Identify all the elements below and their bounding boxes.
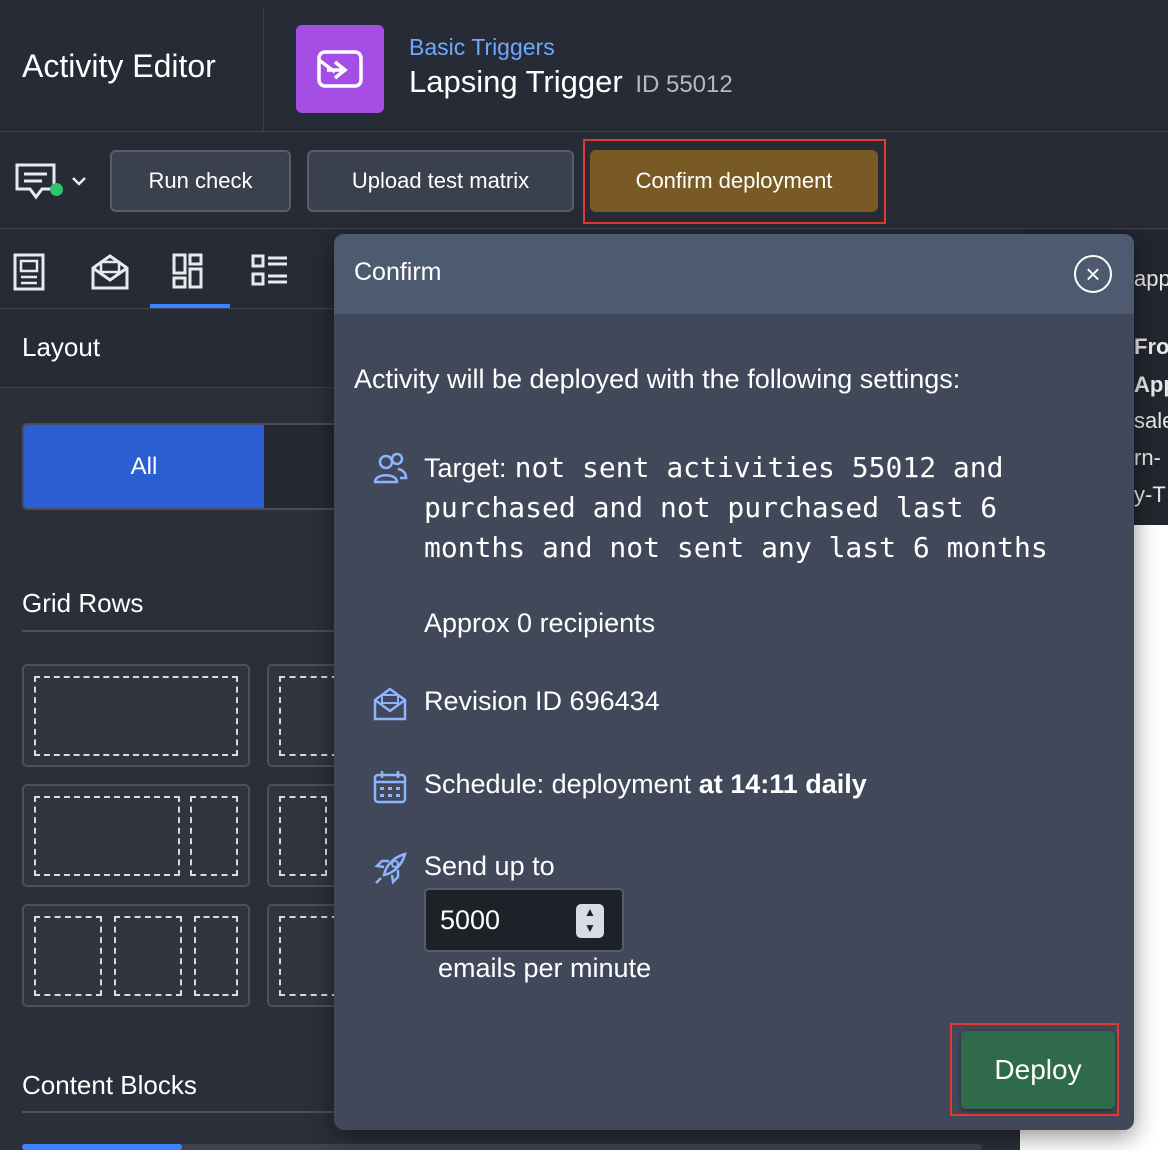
online-status-dot — [50, 183, 63, 196]
toolbar: Run check Upload test matrix Confirm dep… — [0, 133, 1168, 229]
content-blocks-title: Content Blocks — [22, 1070, 197, 1100]
active-tab-indicator — [150, 304, 230, 308]
header-divider — [263, 8, 264, 132]
dialog-header: Confirm × — [334, 234, 1134, 314]
confirm-deployment-button[interactable]: Confirm deployment — [590, 150, 878, 212]
grid-rows-title: Grid Rows — [22, 588, 144, 618]
app-title: Activity Editor — [22, 48, 216, 84]
deploy-button[interactable]: Deploy — [961, 1031, 1115, 1109]
send-rate-field: ▲▼ — [424, 888, 624, 952]
grid-row-one-column[interactable] — [22, 664, 250, 767]
preview-text: app — [1134, 266, 1168, 291]
layout-title: Layout — [22, 332, 101, 362]
dialog-title: Confirm — [354, 258, 442, 286]
preview-text: sale — [1134, 408, 1168, 433]
activity-id: ID 55012 — [635, 71, 733, 98]
upload-test-matrix-button[interactable]: Upload test matrix — [307, 150, 574, 212]
grid-row-two-thirds-one-third[interactable] — [22, 784, 250, 887]
preview-text: Fron — [1134, 334, 1168, 359]
target-label: Target: — [424, 453, 507, 483]
users-icon — [373, 452, 408, 484]
app-header: Activity Editor Basic Triggers Lapsing T… — [0, 0, 1168, 132]
email-revision-icon — [373, 687, 407, 721]
target-query: not sent activities 55012 and purchased … — [424, 451, 1048, 564]
preview-text: y-T — [1134, 482, 1166, 507]
filter-all-button[interactable]: All — [24, 425, 264, 508]
send-up-to-label: Send up to — [424, 851, 555, 881]
schedule-time: at 14:11 daily — [698, 769, 867, 799]
schedule-prefix: Schedule: deployment — [424, 769, 692, 799]
grid-layout-icon[interactable] — [170, 252, 210, 292]
comments-button[interactable] — [14, 159, 90, 203]
breadcrumb[interactable]: Basic Triggers — [409, 34, 555, 61]
recipient-count: Approx 0 recipients — [424, 608, 656, 638]
grid-row-three-columns[interactable] — [22, 904, 250, 1007]
preview-text: rn- — [1134, 445, 1161, 470]
preview-text: App — [1134, 372, 1168, 397]
revision-id: Revision ID 696434 — [424, 686, 660, 716]
rocket-icon — [374, 852, 407, 885]
activity-name: Lapsing Trigger ID 55012 — [409, 64, 733, 100]
scroll-progress-bar[interactable] — [22, 1144, 982, 1150]
list-layout-icon[interactable] — [250, 252, 290, 292]
chevron-down-icon[interactable] — [70, 175, 88, 187]
content-blocks-divider — [22, 1111, 342, 1113]
schedule-info: Schedule: deployment at 14:11 daily — [424, 769, 867, 800]
calendar-icon — [373, 771, 407, 804]
email-send-icon — [296, 25, 384, 113]
deployment-target: Target: not sent activities 55012 and pu… — [424, 448, 1104, 568]
dialog-intro: Activity will be deployed with the follo… — [354, 364, 961, 394]
grid-rows-divider — [22, 630, 342, 632]
activity-title: Lapsing Trigger — [409, 64, 623, 99]
send-rate-input[interactable] — [440, 900, 570, 940]
rate-stepper[interactable]: ▲ ▼ — [576, 904, 604, 938]
run-check-button[interactable]: Run check — [110, 150, 291, 212]
document-icon[interactable] — [12, 252, 52, 292]
close-icon[interactable]: × — [1074, 255, 1112, 293]
email-open-icon[interactable] — [90, 252, 130, 292]
per-minute-label: emails per minute — [438, 953, 652, 983]
confirm-dialog: Confirm × Activity will be deployed with… — [334, 234, 1134, 1130]
filter-segmented-control: All — [22, 423, 342, 510]
